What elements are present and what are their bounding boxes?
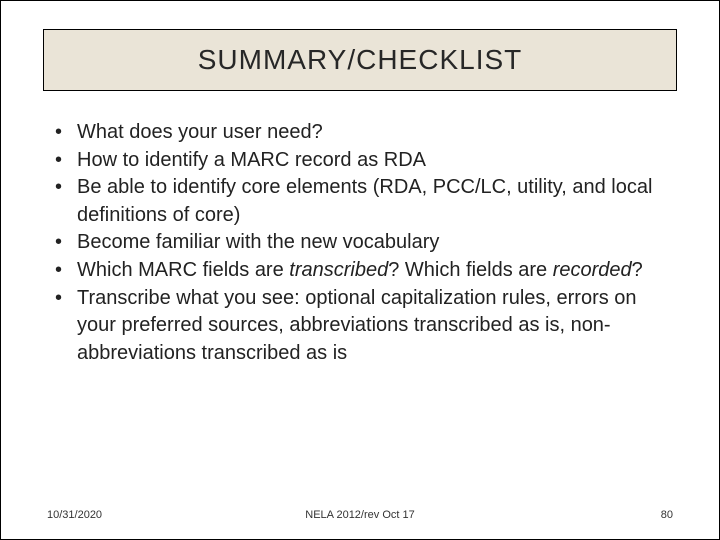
list-item: Transcribe what you see: optional capita… xyxy=(55,285,665,368)
content-area: What does your user need? How to identif… xyxy=(55,119,665,367)
footer: 10/31/2020 NELA 2012/rev Oct 17 80 xyxy=(1,509,719,521)
bullet-text: Become familiar with the new vocabulary xyxy=(77,231,439,253)
bullet-text: ? xyxy=(632,259,643,281)
bullet-text: Transcribe what you see: optional capita… xyxy=(77,287,637,364)
bullet-text-italic: recorded xyxy=(553,259,632,281)
bullet-list: What does your user need? How to identif… xyxy=(55,119,665,367)
list-item: Become familiar with the new vocabulary xyxy=(55,229,665,257)
footer-center: NELA 2012/rev Oct 17 xyxy=(305,509,414,521)
footer-date: 10/31/2020 xyxy=(47,509,102,521)
bullet-text: Which MARC fields are xyxy=(77,259,289,281)
list-item: What does your user need? xyxy=(55,119,665,147)
bullet-text-italic: transcribed xyxy=(289,259,388,281)
slide-title: SUMMARY/CHECKLIST xyxy=(44,44,676,76)
bullet-text: ? Which fields are xyxy=(388,259,553,281)
bullet-text: How to identify a MARC record as RDA xyxy=(77,149,426,171)
bullet-text: What does your user need? xyxy=(77,121,323,143)
title-band: SUMMARY/CHECKLIST xyxy=(43,29,677,91)
bullet-text: Be able to identify core elements (RDA, … xyxy=(77,176,652,226)
list-item: Be able to identify core elements (RDA, … xyxy=(55,174,665,229)
list-item: How to identify a MARC record as RDA xyxy=(55,147,665,175)
footer-page-number: 80 xyxy=(661,509,673,521)
list-item: Which MARC fields are transcribed? Which… xyxy=(55,257,665,285)
